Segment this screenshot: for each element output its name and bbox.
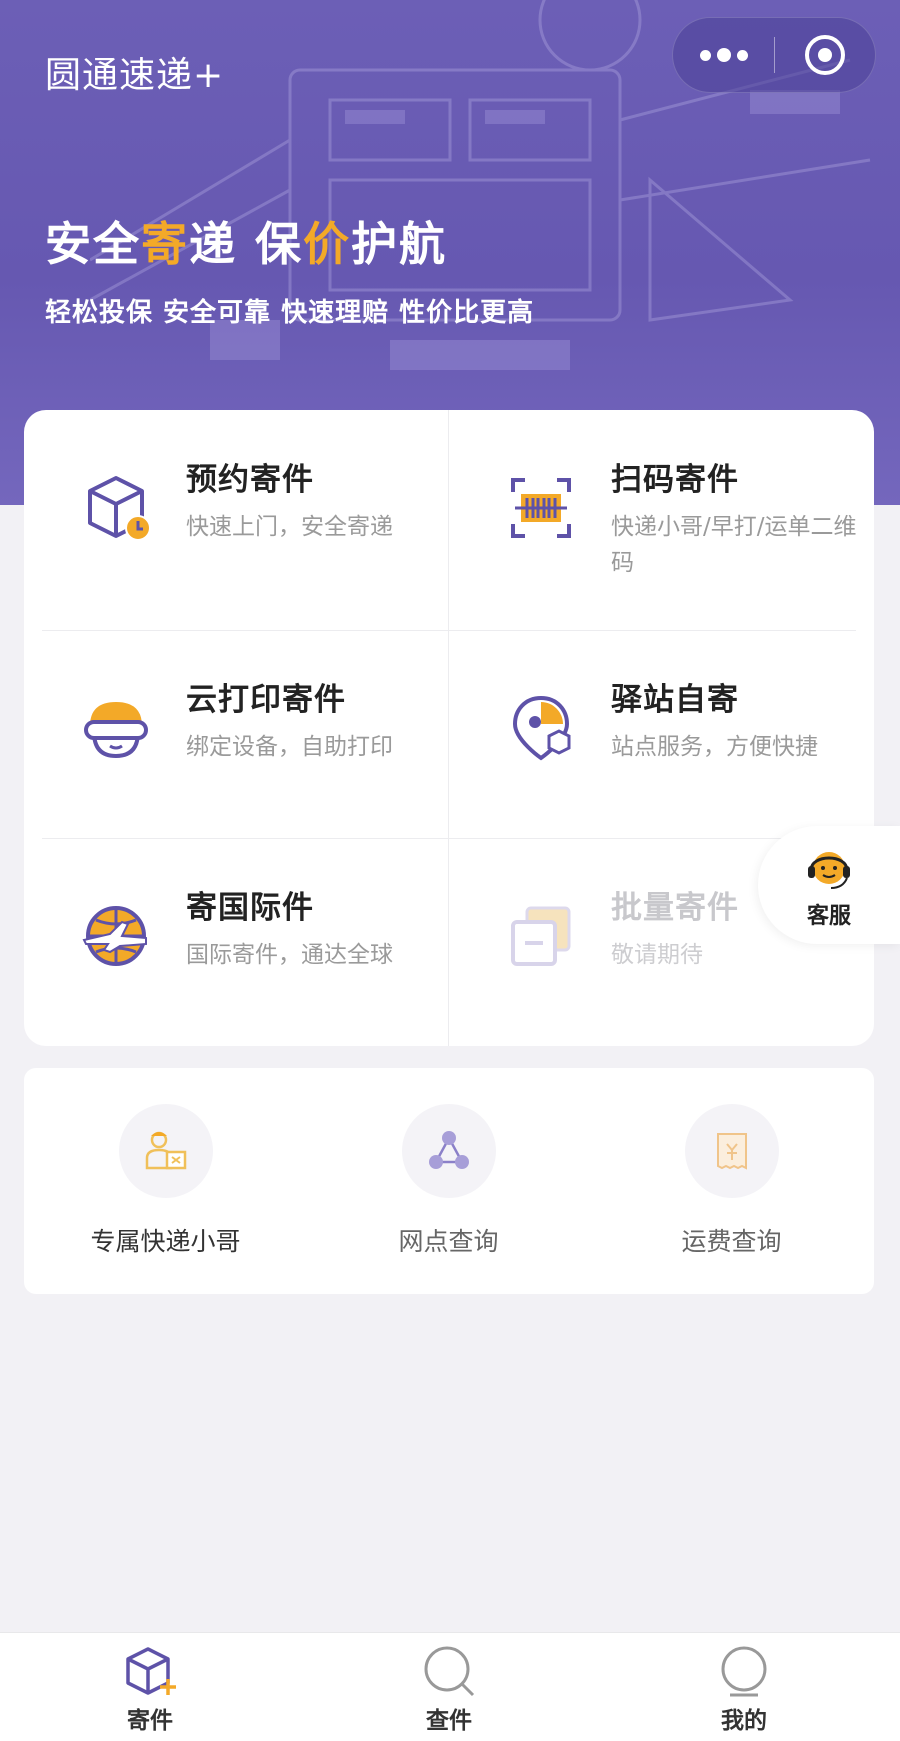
service-desc: 站点服务，方便快捷 (611, 734, 818, 760)
hero-slogan: 安全寄递 保价护航 (45, 217, 448, 271)
service-desc: 绑定设备，自助打印 (186, 734, 393, 760)
tab-track[interactable]: 查件 (389, 1643, 509, 1735)
customer-service-label: 客服 (806, 904, 851, 929)
quick-tools: 专属快递小哥 网点查询 运费查询 (24, 1068, 874, 1294)
service-international[interactable]: 寄国际件 国际寄件，通达全球 (24, 838, 449, 1046)
batch-docs-icon (511, 906, 571, 966)
tool-label: 专属快递小哥 (90, 1227, 241, 1256)
tab-label: 查件 (426, 1708, 472, 1734)
search-icon (424, 1646, 475, 1697)
globe-plane-icon (82, 906, 147, 966)
service-schedule-pickup[interactable]: 预约寄件 快速上门，安全寄递 (24, 410, 449, 630)
tab-profile[interactable]: 我的 (684, 1643, 804, 1735)
service-desc: 国际寄件，通达全球 (186, 942, 393, 968)
headset-agent-icon (808, 852, 850, 889)
package-clock-icon (88, 476, 151, 541)
send-box-icon (126, 1647, 176, 1695)
service-cloud-print[interactable]: 云打印寄件 绑定设备，自助打印 (24, 630, 449, 838)
service-station-self-send[interactable]: 驿站自寄 站点服务，方便快捷 (449, 630, 874, 838)
tool-icon-circle (684, 1104, 779, 1198)
tool-label: 运费查询 (681, 1227, 782, 1256)
profile-icon (721, 1646, 767, 1697)
service-desc: 快速上门，安全寄递 (186, 514, 393, 540)
service-title: 预约寄件 (186, 462, 314, 498)
bottom-tab-bar: 寄件 查件 我的 (0, 1632, 900, 1741)
customer-service-button[interactable]: 客服 (758, 826, 900, 944)
service-scan-send[interactable]: 扫码寄件 快递小哥/早打/运单二维码 (449, 410, 874, 630)
tab-label: 寄件 (127, 1708, 173, 1734)
app-title: 圆通速递+ (45, 55, 225, 96)
service-grid: 预约寄件 快速上门，安全寄递 扫码寄件 快递小哥/早打/运单二维码 云打印寄件 … (24, 410, 874, 1046)
network-nodes-icon (428, 1131, 469, 1169)
tool-dedicated-courier[interactable]: 专属快递小哥 (24, 1104, 307, 1258)
service-desc: 快递小哥/早打/运单二维码 (611, 514, 857, 576)
station-pin-icon (512, 695, 571, 761)
tool-label: 网点查询 (398, 1227, 499, 1256)
tab-label: 我的 (721, 1708, 767, 1734)
cloud-print-icon (84, 702, 148, 759)
courier-icon (145, 1131, 186, 1170)
service-title: 扫码寄件 (611, 462, 739, 498)
service-title: 寄国际件 (186, 890, 314, 926)
service-title: 驿站自寄 (611, 682, 739, 718)
hero-subtitle: 轻松投保 安全可靠 快速理赔 性价比更高 (45, 298, 535, 328)
tool-icon-circle (118, 1104, 213, 1198)
tab-send[interactable]: 寄件 (90, 1643, 210, 1735)
more-dots-icon[interactable] (673, 18, 774, 92)
target-icon[interactable] (775, 18, 875, 92)
scan-barcode-icon (511, 478, 571, 538)
tool-freight-query[interactable]: 运费查询 (590, 1104, 873, 1258)
tool-icon-circle (401, 1104, 496, 1198)
service-title: 云打印寄件 (186, 682, 346, 718)
tool-outlet-search[interactable]: 网点查询 (307, 1104, 590, 1258)
mini-program-capsule (672, 17, 876, 93)
freight-stamp-icon (716, 1133, 747, 1170)
